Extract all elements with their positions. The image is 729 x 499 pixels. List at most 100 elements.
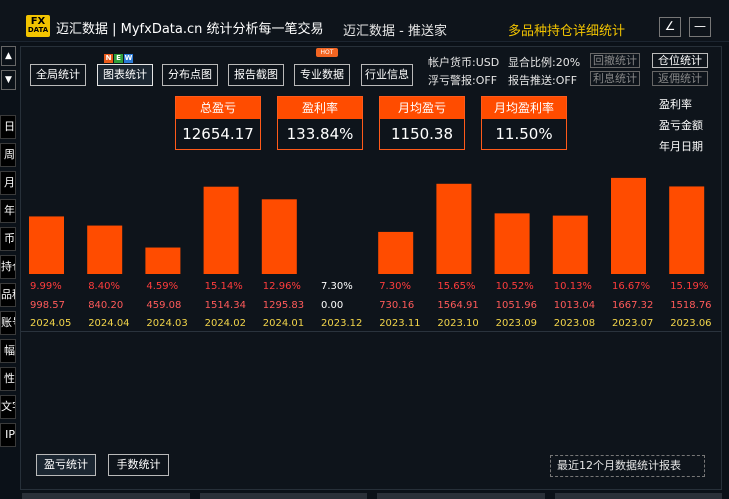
date-label: 2023.06 <box>670 318 711 329</box>
minimize-button[interactable]: — <box>689 17 711 37</box>
rate-label: 7.30% <box>321 281 353 292</box>
scroll-down-arrow-icon[interactable]: ▼ <box>1 70 16 90</box>
side-tab[interactable]: 账号 <box>0 311 16 335</box>
summary-monthly-avg-rate: 月均盈利率 11.50% <box>481 96 567 150</box>
pnl-stats-button[interactable]: 盈亏统计 <box>36 454 96 476</box>
summary-label: 月均盈利率 <box>482 97 566 119</box>
summary-value: 12654.17 <box>182 125 254 143</box>
date-label: 2023.12 <box>321 318 362 329</box>
tab-industry-info[interactable]: 行业信息 <box>361 64 413 86</box>
date-label: 2024.02 <box>205 318 246 329</box>
date-label: 2023.07 <box>612 318 653 329</box>
side-tab[interactable]: 币 <box>0 227 16 251</box>
rate-label: 15.19% <box>670 281 708 292</box>
rebate-stats-button[interactable]: 返佣统计 <box>652 71 708 86</box>
bar-2024.04 <box>87 225 123 274</box>
side-tab[interactable]: 月 <box>0 171 16 195</box>
rate-label: 15.14% <box>205 281 243 292</box>
summary-value: 11.50% <box>495 125 553 143</box>
tab-global-stats[interactable]: 全局统计 <box>30 64 86 86</box>
rate-label: 10.52% <box>496 281 534 292</box>
rate-label: 16.67% <box>612 281 650 292</box>
bar-2023.09 <box>494 213 530 274</box>
logo-bottom-text: DATA <box>27 26 49 34</box>
edit-icon[interactable]: ∠ <box>659 17 681 37</box>
account-currency: 帐户货币:USD <box>428 56 500 69</box>
rate-label: 4.59% <box>146 281 178 292</box>
summary-value: 1150.38 <box>390 125 454 143</box>
date-label: 2024.03 <box>146 318 187 329</box>
bar-2023.07 <box>611 177 646 274</box>
rate-label: 7.30% <box>379 281 411 292</box>
bar-2024.01 <box>261 199 297 274</box>
summary-value: 133.84% <box>286 125 354 143</box>
date-label: 2023.08 <box>554 318 595 329</box>
bar-2024.03 <box>145 247 181 274</box>
rate-label: 9.99% <box>30 281 62 292</box>
tab-report-screenshot[interactable]: 报告截图 <box>228 64 284 86</box>
report-label: 最近12个月数据统计报表 <box>550 455 705 477</box>
date-label: 2023.11 <box>379 318 420 329</box>
side-tab[interactable]: 周 <box>0 143 16 167</box>
date-label: 2024.04 <box>88 318 129 329</box>
side-tab[interactable]: IP <box>0 423 16 447</box>
summary-total-pnl: 总盈亏 12654.17 <box>175 96 261 150</box>
interest-stats-button[interactable]: 利息统计 <box>590 71 640 86</box>
side-tab[interactable]: 年 <box>0 199 16 223</box>
summary-label: 总盈亏 <box>176 97 260 119</box>
amount-label: 1518.76 <box>670 300 711 311</box>
date-label: 2023.09 <box>496 318 537 329</box>
amount-label: 998.57 <box>30 300 65 311</box>
amount-label: 840.20 <box>88 300 123 311</box>
divider <box>21 331 721 332</box>
date-label: 2024.01 <box>263 318 304 329</box>
display-ratio: 显合比例:20% <box>508 56 581 69</box>
rate-label: 12.96% <box>263 281 301 292</box>
rate-label: 8.40% <box>88 281 120 292</box>
side-tab[interactable]: 文字 <box>0 395 16 419</box>
bar-2023.08 <box>552 215 588 274</box>
side-tab[interactable]: 品种 <box>0 283 16 307</box>
amount-label: 1564.91 <box>437 300 478 311</box>
amount-label: 0.00 <box>321 300 343 311</box>
side-tab[interactable]: 性 <box>0 367 16 391</box>
summary-label: 盈利率 <box>278 97 362 119</box>
amount-label: 1514.34 <box>205 300 246 311</box>
new-badge: N E W <box>104 54 133 63</box>
app-brand: 迈汇数据 | MyfxData.cn 统计分析每一笔交易 <box>56 22 324 37</box>
fxdata-logo-icon: FX DATA <box>26 15 50 37</box>
amount-label: 1013.04 <box>554 300 595 311</box>
summary-label: 月均盈亏 <box>380 97 464 119</box>
side-tab[interactable]: 持仓 <box>0 255 16 279</box>
bottom-strip <box>22 493 722 499</box>
side-tab[interactable]: 幅 <box>0 339 16 363</box>
summary-profit-rate: 盈利率 133.84% <box>277 96 363 150</box>
summary-monthly-avg-pnl: 月均盈亏 1150.38 <box>379 96 465 150</box>
floating-loss-alert[interactable]: 浮亏警报:OFF <box>428 72 497 88</box>
window-title: 迈汇数据 - 推送家 <box>343 24 447 39</box>
side-tab[interactable]: 日 <box>0 115 16 139</box>
title-bar: FX DATA 迈汇数据 | MyfxData.cn 统计分析每一笔交易 迈汇数… <box>0 0 729 42</box>
legend-pnl-amount: 盈亏金额 <box>659 119 703 132</box>
amount-label: 1051.96 <box>496 300 537 311</box>
tab-chart-stats[interactable]: 图表统计 <box>97 64 153 86</box>
legend-profit-rate: 盈利率 <box>659 98 692 111</box>
drawdown-stats-button[interactable]: 回撤统计 <box>590 53 640 68</box>
bar-2023.10 <box>436 183 472 274</box>
hot-badge: HOT <box>316 48 338 57</box>
report-push[interactable]: 报告推送:OFF <box>508 72 577 88</box>
date-label: 2024.05 <box>30 318 71 329</box>
bar-2024.05 <box>29 216 64 274</box>
rate-label: 15.65% <box>437 281 475 292</box>
tab-distribution-chart[interactable]: 分布点图 <box>162 64 218 86</box>
tab-pro-data[interactable]: 专业数据 <box>294 64 350 86</box>
amount-label: 459.08 <box>146 300 181 311</box>
scroll-up-arrow-icon[interactable]: ▲ <box>1 46 16 66</box>
bar-2023.06 <box>669 186 705 274</box>
bar-2023.11 <box>378 231 414 274</box>
monthly-pnl-chart: 9.99% 998.57 2024.05 8.40% 840.20 2024.04 4.59… <box>29 177 712 329</box>
position-stats-button[interactable]: 仓位统计 <box>652 53 708 68</box>
amount-label: 1667.32 <box>612 300 653 311</box>
lots-stats-button[interactable]: 手数统计 <box>108 454 169 476</box>
main-panel: 全局统计 图表统计 N E W 分布点图 报告截图 专业数据 HOT 行业信息 … <box>20 46 722 490</box>
